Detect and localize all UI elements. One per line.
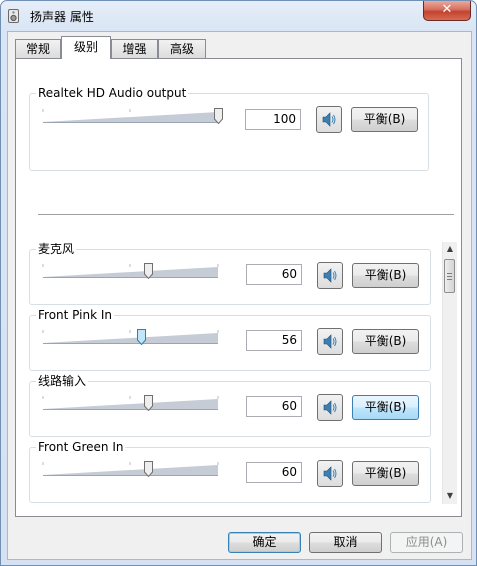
tab-advanced[interactable]: 高级	[158, 39, 206, 58]
speaker-icon	[323, 334, 337, 349]
line-in-slider-track[interactable]	[41, 395, 220, 411]
output-slider-thumb[interactable]	[213, 108, 223, 124]
tab-levels[interactable]: 级别	[61, 36, 111, 59]
input-group-front-green: Front Green In 60 平衡(B)	[29, 439, 431, 503]
scroll-down-icon[interactable]: ▼	[445, 491, 455, 501]
output-slider-track[interactable]	[41, 108, 220, 124]
apply-button[interactable]: 应用(A)	[390, 532, 463, 553]
title-bar[interactable]: 扬声器 属性 ✕	[1, 1, 476, 31]
output-mute-button[interactable]	[316, 106, 342, 133]
front-pink-mute-button[interactable]	[317, 328, 343, 355]
ok-button[interactable]: 确定	[228, 532, 301, 553]
output-level-value[interactable]: 100	[245, 109, 301, 130]
speaker-properties-icon	[8, 9, 19, 23]
line-in-balance-button[interactable]: 平衡(B)	[352, 395, 419, 420]
microphone-level-value[interactable]: 60	[246, 264, 302, 285]
front-pink-slider-track[interactable]	[41, 329, 220, 345]
close-icon: ✕	[441, 2, 453, 17]
speaker-icon	[323, 400, 337, 415]
front-green-balance-button[interactable]: 平衡(B)	[352, 461, 419, 486]
input-group-microphone: 麦克风 60 平衡(B)	[29, 241, 431, 305]
cancel-button[interactable]: 取消	[309, 532, 382, 553]
inputs-scrollbar[interactable]: ▲ ▼	[442, 242, 457, 504]
properties-window: 扬声器 属性 ✕ 常规 级别 增强 高级 Realtek HD Audio ou…	[0, 0, 477, 566]
front-green-mute-button[interactable]	[317, 460, 343, 487]
input-label-microphone: 麦克风	[36, 241, 77, 257]
close-button[interactable]: ✕	[423, 1, 471, 21]
output-device-label: Realtek HD Audio output	[36, 85, 189, 101]
front-pink-balance-button[interactable]: 平衡(B)	[352, 329, 419, 354]
input-label-line-in: 线路输入	[36, 373, 89, 389]
microphone-balance-button[interactable]: 平衡(B)	[352, 263, 419, 288]
microphone-mute-button[interactable]	[317, 262, 343, 289]
scrollbar-thumb[interactable]	[444, 259, 455, 293]
separator	[38, 214, 454, 218]
window-title: 扬声器 属性	[30, 10, 94, 24]
tab-enhancements[interactable]: 增强	[111, 39, 158, 58]
output-group: Realtek HD Audio output 100 平衡(B)	[29, 85, 429, 171]
front-pink-level-value[interactable]: 56	[246, 330, 302, 351]
front-green-slider-track[interactable]	[41, 461, 220, 477]
dialog-body: 常规 级别 增强 高级 Realtek HD Audio output 100 …	[7, 31, 472, 560]
tab-general[interactable]: 常规	[15, 39, 61, 58]
line-in-mute-button[interactable]	[317, 394, 343, 421]
input-group-front-pink: Front Pink In 56 平衡(B)	[29, 307, 431, 371]
input-label-front-pink: Front Pink In	[36, 307, 114, 323]
speaker-icon	[323, 466, 337, 481]
front-pink-slider-thumb[interactable]	[136, 329, 146, 345]
microphone-slider-thumb[interactable]	[143, 263, 153, 279]
speaker-icon	[322, 112, 336, 127]
speaker-icon	[323, 268, 337, 283]
levels-panel: Realtek HD Audio output 100 平衡(B) 麦克风 60…	[15, 58, 462, 517]
scroll-up-icon[interactable]: ▲	[445, 244, 455, 254]
front-green-level-value[interactable]: 60	[246, 462, 302, 483]
microphone-slider-track[interactable]	[41, 263, 220, 279]
line-in-slider-thumb[interactable]	[143, 395, 153, 411]
input-group-line-in: 线路输入 60 平衡(B)	[29, 373, 431, 437]
output-balance-button[interactable]: 平衡(B)	[351, 107, 418, 132]
front-green-slider-thumb[interactable]	[143, 461, 153, 477]
line-in-level-value[interactable]: 60	[246, 396, 302, 417]
input-label-front-green: Front Green In	[36, 439, 126, 455]
